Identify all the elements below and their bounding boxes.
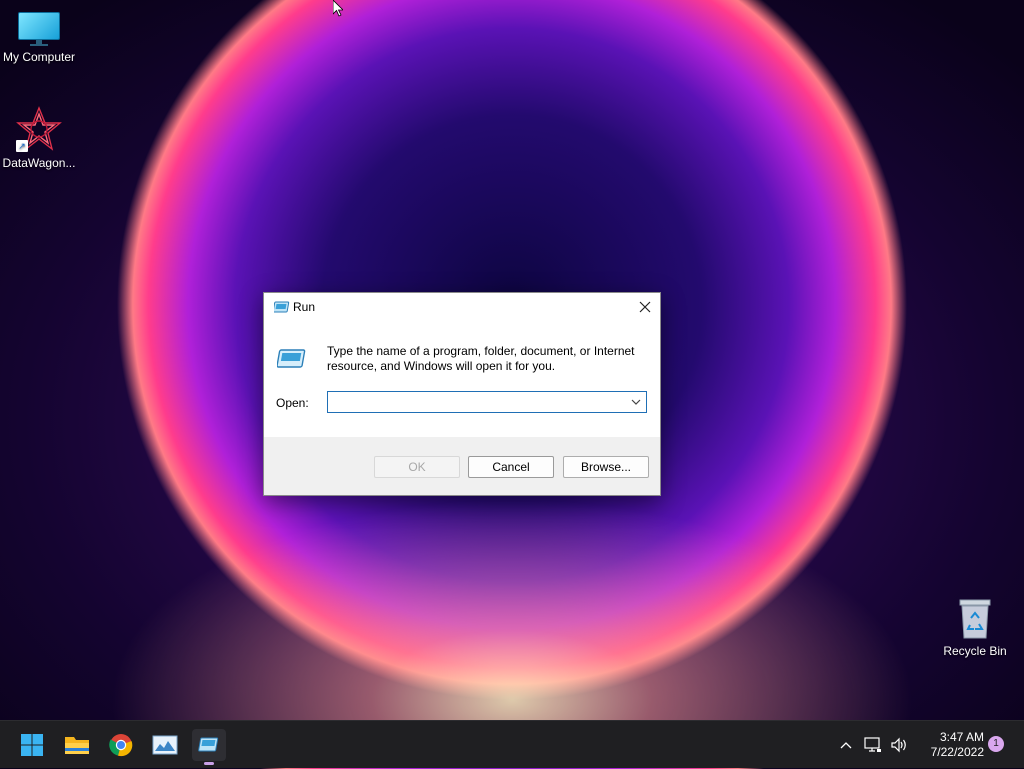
chevron-up-icon <box>840 742 852 749</box>
show-hidden-icons-button[interactable] <box>836 721 856 769</box>
desktop-icon-label: DataWagon... <box>2 156 76 170</box>
clock-date: 7/22/2022 <box>930 745 984 759</box>
chevron-down-icon[interactable] <box>629 394 643 410</box>
run-app-icon <box>274 301 290 313</box>
photos-icon <box>152 735 178 755</box>
network-icon <box>864 737 881 752</box>
windows-start-icon <box>21 734 43 756</box>
desktop-icon-label: Recycle Bin <box>943 644 1007 658</box>
mouse-cursor-icon <box>333 0 343 17</box>
file-explorer-icon <box>65 737 89 754</box>
close-button[interactable] <box>630 293 660 321</box>
run-program-icon <box>277 349 306 368</box>
open-label: Open: <box>276 396 309 410</box>
recycle-bin-icon <box>958 598 992 640</box>
taskbar-run[interactable] <box>192 729 226 765</box>
taskbar-chrome[interactable] <box>104 729 138 761</box>
network-button[interactable] <box>862 721 884 769</box>
run-icon <box>198 737 219 752</box>
run-description: Type the name of a program, folder, docu… <box>327 344 635 373</box>
open-combobox[interactable] <box>327 391 647 413</box>
cancel-button[interactable]: Cancel <box>468 456 554 478</box>
desktop-icon-label: My Computer <box>2 50 76 64</box>
close-icon <box>639 301 651 313</box>
browse-button[interactable]: Browse... <box>563 456 649 478</box>
desktop-icon-my-computer[interactable]: My Computer <box>0 12 79 64</box>
clock-time: 3:47 AM <box>939 730 984 744</box>
volume-icon <box>891 737 906 753</box>
volume-button[interactable] <box>888 721 910 769</box>
computer-icon <box>18 12 60 46</box>
start-button[interactable] <box>15 729 49 761</box>
taskbar-clock[interactable]: 3:47 AM 7/22/2022 <box>914 730 984 760</box>
run-title: Run <box>293 300 316 314</box>
run-footer: OK Cancel Browse... <box>264 437 660 495</box>
taskbar-file-explorer[interactable] <box>60 729 94 761</box>
run-titlebar[interactable]: Run <box>264 293 660 321</box>
taskbar-photos[interactable] <box>148 729 182 761</box>
active-app-indicator <box>204 762 214 765</box>
notification-badge[interactable]: 1 <box>988 736 1004 752</box>
desktop-icon-datawagon[interactable]: ↗ DataWagon... <box>0 106 79 170</box>
taskbar: 3:47 AM 7/22/2022 <box>0 720 1024 768</box>
datawagon-icon: ↗ <box>16 106 62 152</box>
chrome-icon <box>109 734 133 757</box>
run-dialog: Run Type the name of a program, folder, … <box>263 292 661 496</box>
desktop-icon-recycle-bin[interactable]: Recycle Bin <box>935 598 1015 658</box>
open-input[interactable] <box>331 393 625 413</box>
shortcut-arrow-icon: ↗ <box>16 140 28 152</box>
ok-button[interactable]: OK <box>374 456 460 478</box>
